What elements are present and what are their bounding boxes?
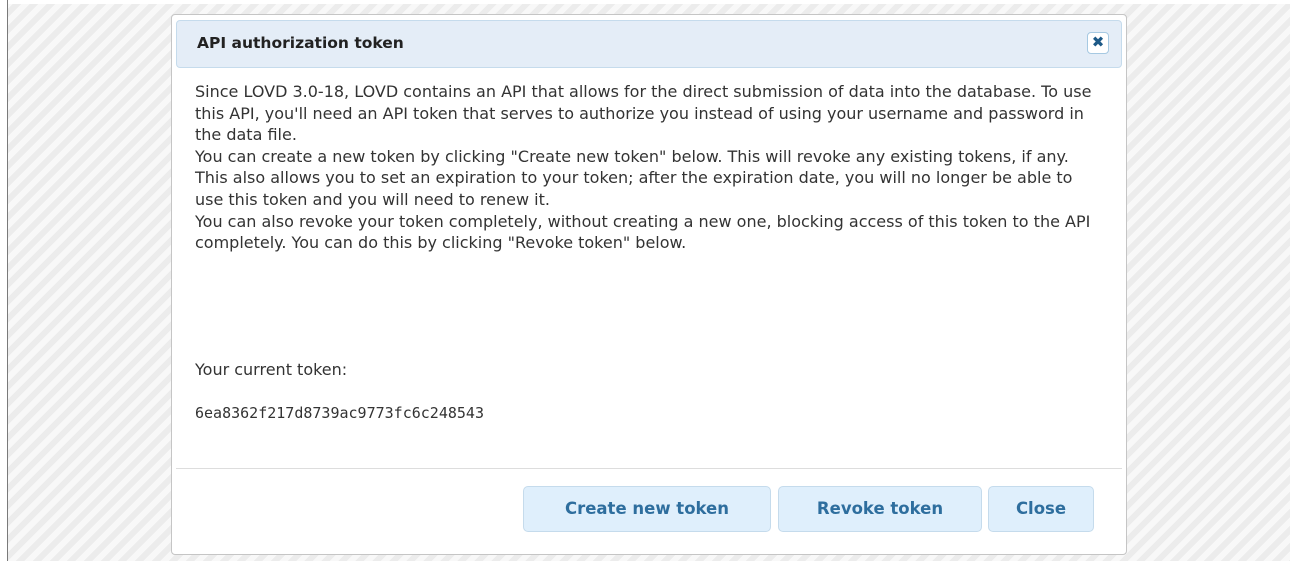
- button-pane-divider: [176, 468, 1122, 469]
- close-icon[interactable]: ✖: [1087, 32, 1109, 54]
- create-new-token-button[interactable]: Create new token: [523, 486, 771, 532]
- revoke-token-button[interactable]: Revoke token: [778, 486, 982, 532]
- create-token-paragraph: You can create a new token by clicking "…: [195, 146, 1073, 209]
- revoke-token-paragraph: You can also revoke your token completel…: [195, 211, 1091, 253]
- page-top-edge: [0, 0, 1290, 4]
- current-token-label: Your current token:: [195, 360, 348, 379]
- current-token-value: 6ea8362f217d8739ac9773fc6c248543: [195, 404, 484, 422]
- dialog-content: Since LOVD 3.0-18, LOVD contains an API …: [195, 81, 1100, 254]
- dialog-title: API authorization token: [197, 34, 404, 52]
- page-left-edge: [0, 0, 8, 561]
- intro-paragraph: Since LOVD 3.0-18, LOVD contains an API …: [195, 82, 1092, 145]
- dialog-titlebar[interactable]: API authorization token ✖: [176, 20, 1122, 68]
- close-button[interactable]: Close: [988, 486, 1094, 532]
- api-token-dialog: API authorization token ✖ Since LOVD 3.0…: [171, 14, 1127, 555]
